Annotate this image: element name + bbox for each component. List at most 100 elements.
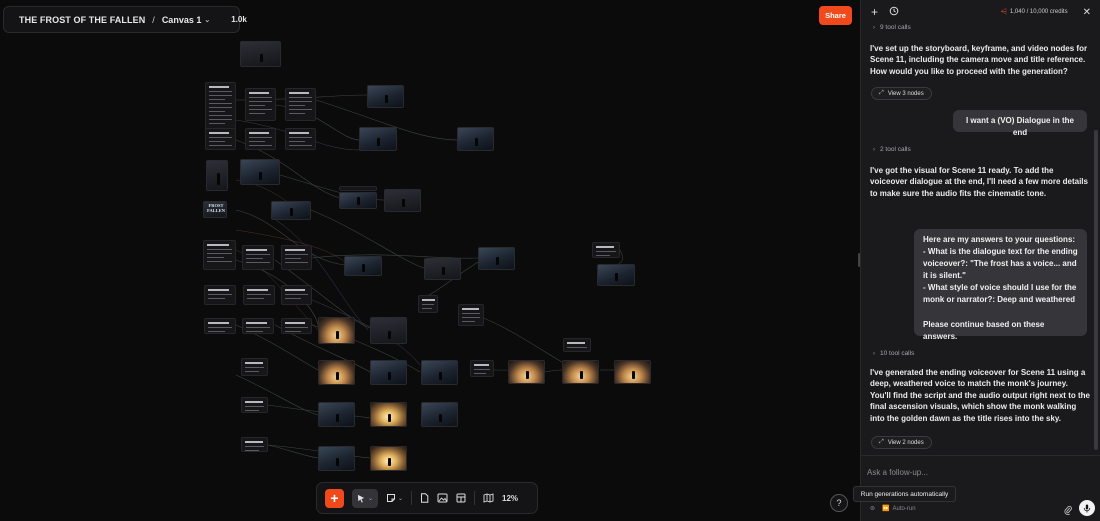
image-node[interactable]: [339, 192, 377, 209]
image-node[interactable]: [318, 446, 355, 471]
text-node[interactable]: [203, 240, 236, 270]
image-node[interactable]: [384, 189, 421, 212]
project-title[interactable]: THE FROST OF THE FALLEN: [19, 15, 145, 25]
image-node[interactable]: [421, 360, 458, 385]
microphone-button[interactable]: [1079, 500, 1095, 516]
app-root: FROST FALLEN THE FROST OF THE FALLEN / C…: [0, 0, 1100, 521]
image-node-tool-button[interactable]: [437, 493, 448, 503]
image-node[interactable]: [370, 402, 407, 427]
text-node[interactable]: [204, 285, 236, 305]
node-canvas[interactable]: FROST FALLEN: [0, 0, 860, 521]
image-node[interactable]: [240, 41, 281, 67]
layout-tool-button[interactable]: [456, 493, 466, 503]
attach-icon[interactable]: [1064, 505, 1072, 517]
text-node[interactable]: [204, 318, 236, 334]
image-node[interactable]: [318, 360, 355, 385]
text-node[interactable]: [339, 186, 377, 191]
text-node[interactable]: [281, 318, 312, 334]
autorun-toggle[interactable]: ⏩ Auto-run: [882, 505, 916, 513]
assistant-message: I've generated the ending voiceover for …: [870, 368, 1090, 423]
image-node[interactable]: [206, 160, 228, 191]
text-node[interactable]: [458, 304, 484, 326]
map-tool-button[interactable]: [483, 493, 494, 503]
text-node[interactable]: [285, 128, 316, 150]
canvas-switcher[interactable]: Canvas 1 ⌄: [162, 15, 210, 25]
text-node[interactable]: [470, 360, 494, 377]
chevron-down-icon: ⌄: [398, 495, 404, 502]
text-node[interactable]: [241, 397, 268, 413]
image-node[interactable]: [370, 360, 407, 385]
expand-icon: ⤢: [879, 439, 884, 445]
fast-forward-icon: ⏩: [882, 506, 890, 512]
image-node[interactable]: [318, 317, 355, 344]
autorun-tooltip: Run generations automatically: [853, 486, 956, 502]
credits-indicator[interactable]: ⩤ 1,040 / 10,000 credits: [1000, 7, 1067, 17]
chevron-right-icon: ›: [873, 350, 875, 357]
image-node[interactable]: [424, 258, 461, 280]
image-node[interactable]: [318, 402, 355, 427]
tool-calls-toggle[interactable]: › 10 tool calls: [873, 350, 914, 357]
zoom-level[interactable]: 12%: [502, 494, 518, 503]
text-node[interactable]: [281, 285, 312, 305]
member-count: 1.0k: [231, 15, 247, 24]
assistant-message: I've got the visual for Scene 11 ready. …: [870, 166, 1088, 198]
help-button[interactable]: ?: [830, 494, 848, 512]
chat-scrollbar[interactable]: [1094, 130, 1098, 450]
image-node[interactable]: [562, 360, 599, 384]
image-node[interactable]: [344, 256, 382, 276]
image-node[interactable]: [370, 317, 407, 344]
text-node[interactable]: [563, 338, 591, 352]
sticky-note-tool-button[interactable]: ⌄: [386, 493, 403, 503]
chat-thread[interactable]: › 9 tool calls I've set up the storyboar…: [861, 24, 1100, 454]
image-node[interactable]: [478, 247, 515, 270]
project-title-bar: THE FROST OF THE FALLEN / Canvas 1 ⌄ 1.0…: [3, 6, 247, 33]
text-node[interactable]: [205, 128, 236, 150]
image-node[interactable]: [597, 264, 635, 286]
image-node[interactable]: [367, 85, 404, 108]
text-node[interactable]: [592, 242, 620, 258]
text-node[interactable]: [285, 88, 316, 121]
text-node[interactable]: [242, 245, 274, 270]
map-icon: [483, 493, 494, 503]
assistant-message: I've set up the storyboard, keyframe, an…: [870, 44, 1088, 76]
divider: [411, 491, 413, 505]
canvas-name: Canvas 1: [161, 14, 202, 25]
text-node[interactable]: [245, 128, 276, 150]
new-chat-button[interactable]: +: [871, 5, 878, 19]
poster-node[interactable]: FROST FALLEN: [203, 201, 227, 218]
image-node[interactable]: [240, 159, 280, 185]
image-node[interactable]: [271, 201, 311, 220]
image-node[interactable]: [421, 402, 458, 427]
tool-calls-toggle[interactable]: › 2 tool calls: [873, 146, 911, 153]
text-node[interactable]: [242, 318, 274, 334]
followup-input[interactable]: [867, 465, 1095, 479]
share-button[interactable]: Share: [819, 6, 852, 25]
text-node-tool-button[interactable]: [420, 493, 429, 503]
image-node[interactable]: [359, 127, 397, 151]
image-node[interactable]: [457, 127, 494, 151]
image-node[interactable]: [370, 446, 407, 471]
breadcrumb-separator: /: [152, 14, 155, 25]
history-icon[interactable]: [889, 6, 899, 19]
view-nodes-button[interactable]: ⤢ View 3 nodes: [871, 87, 932, 100]
chevron-down-icon: ⌄: [367, 495, 374, 502]
text-node[interactable]: [281, 245, 312, 270]
text-node[interactable]: [241, 358, 268, 376]
canvas-toolbar: + ⌄ ⌄ 12%: [316, 482, 538, 514]
text-node[interactable]: [245, 88, 276, 121]
microphone-icon: [1083, 504, 1091, 512]
image-node[interactable]: [614, 360, 651, 384]
view-nodes-button[interactable]: ⤢ View 2 nodes: [871, 436, 932, 449]
chevron-down-icon: ⌄: [204, 16, 211, 24]
credits-text: 1,040 / 10,000 credits: [1009, 9, 1068, 15]
text-node[interactable]: [243, 285, 275, 305]
text-node[interactable]: [241, 437, 268, 452]
close-icon[interactable]: ✕: [1083, 7, 1091, 18]
add-node-button[interactable]: +: [325, 488, 344, 508]
image-node[interactable]: [508, 360, 545, 384]
image-icon: [437, 493, 448, 503]
tool-calls-toggle[interactable]: › 9 tool calls: [873, 24, 911, 31]
select-tool-button[interactable]: ⌄: [352, 488, 378, 508]
settings-icon[interactable]: ⊚: [870, 505, 875, 512]
text-node[interactable]: [418, 295, 438, 313]
